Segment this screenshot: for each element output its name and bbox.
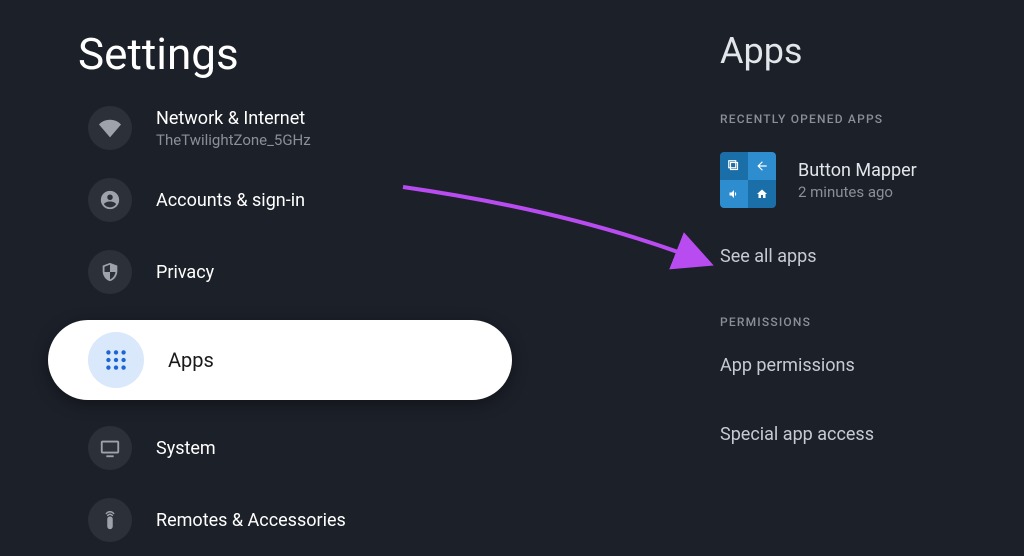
menu-item-remotes[interactable]: Remotes & Accessories — [0, 496, 560, 544]
section-permissions: PERMISSIONS — [720, 315, 1020, 329]
menu-item-accounts[interactable]: Accounts & sign-in — [0, 176, 560, 224]
wifi-icon — [88, 106, 132, 150]
section-recent-apps: RECENTLY OPENED APPS — [720, 112, 1020, 126]
menu-item-label: Remotes & Accessories — [156, 510, 346, 531]
menu-item-label: Privacy — [156, 262, 214, 283]
menu-item-label: Accounts & sign-in — [156, 190, 305, 211]
shield-icon — [88, 250, 132, 294]
apps-icon — [88, 332, 144, 388]
app-icon-button-mapper — [720, 152, 776, 208]
menu-item-system[interactable]: System — [0, 424, 560, 472]
settings-title: Settings — [78, 28, 560, 80]
apps-panel-title: Apps — [720, 30, 1020, 72]
system-icon — [88, 426, 132, 470]
recent-app-row[interactable]: Button Mapper 2 minutes ago — [720, 152, 1020, 208]
see-all-apps-link[interactable]: See all apps — [720, 246, 1020, 267]
menu-item-label: Network & Internet — [156, 108, 311, 129]
menu-item-network[interactable]: Network & Internet TheTwilightZone_5GHz — [0, 104, 560, 152]
special-access-link[interactable]: Special app access — [720, 424, 1020, 445]
recent-app-time: 2 minutes ago — [798, 183, 917, 201]
app-permissions-link[interactable]: App permissions — [720, 355, 1020, 376]
account-icon — [88, 178, 132, 222]
menu-item-subtitle: TheTwilightZone_5GHz — [156, 131, 311, 149]
menu-item-label: Apps — [168, 348, 214, 372]
apps-panel: Apps RECENTLY OPENED APPS Button Mapper … — [720, 0, 1020, 556]
menu-item-apps[interactable]: Apps — [48, 320, 512, 400]
recent-app-name: Button Mapper — [798, 160, 917, 181]
remote-icon — [88, 498, 132, 542]
menu-item-label: System — [156, 438, 216, 459]
settings-menu: Network & Internet TheTwilightZone_5GHz … — [0, 104, 560, 544]
menu-item-privacy[interactable]: Privacy — [0, 248, 560, 296]
settings-panel: Settings Network & Internet TheTwilightZ… — [0, 0, 560, 556]
